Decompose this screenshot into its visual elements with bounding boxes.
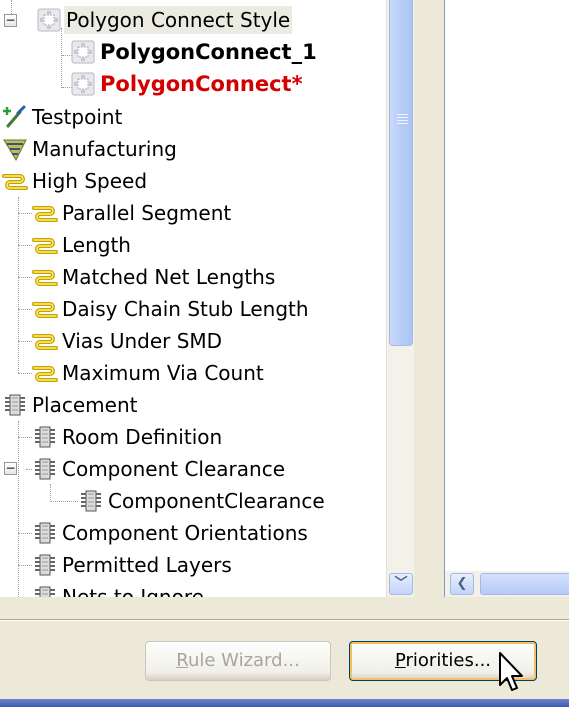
tree-item-length[interactable]: Length bbox=[32, 229, 133, 261]
mouse-cursor-icon bbox=[499, 652, 523, 691]
tree-item-daisy-chain-stub-length[interactable]: Daisy Chain Stub Length bbox=[32, 293, 311, 325]
high-speed-icon bbox=[32, 328, 58, 354]
tree-item-label: PolygonConnect* bbox=[100, 72, 303, 96]
placement-icon bbox=[32, 520, 58, 546]
vertical-scroll-thumb[interactable] bbox=[389, 0, 413, 346]
manufacturing-icon bbox=[2, 136, 28, 162]
tree-connector bbox=[18, 533, 32, 534]
mnemonic-letter: P bbox=[394, 650, 406, 671]
high-speed-icon bbox=[32, 296, 58, 322]
tree-connector bbox=[18, 437, 32, 438]
placement-icon bbox=[32, 456, 58, 482]
tree-item-label: Daisy Chain Stub Length bbox=[62, 297, 309, 321]
high-speed-icon bbox=[32, 360, 58, 386]
tree-item-manufacturing[interactable]: Manufacturing bbox=[2, 133, 179, 165]
tree-item-label: Nets to Ignore bbox=[62, 585, 204, 597]
tree-item-component-clearance[interactable]: Component Clearance bbox=[32, 453, 287, 485]
polygon-connect-icon bbox=[70, 39, 96, 65]
tree-item-label: Matched Net Lengths bbox=[62, 265, 276, 289]
status-stripe bbox=[0, 699, 569, 707]
scroll-left-button[interactable]: ❮ bbox=[450, 573, 474, 595]
tree-connector bbox=[18, 373, 32, 374]
tree-item-label: Manufacturing bbox=[32, 137, 177, 161]
polygon-connect-icon bbox=[36, 7, 62, 33]
tree-connector bbox=[18, 245, 32, 246]
tree-item-nets-to-ignore[interactable]: Nets to Ignore bbox=[32, 581, 206, 597]
collapse-component-clearance-toggle[interactable]: − bbox=[4, 462, 17, 475]
tree-item-label: Component Orientations bbox=[62, 521, 308, 545]
tree-item-label: Component Clearance bbox=[62, 457, 286, 481]
tree-item-label: Room Definition bbox=[62, 425, 223, 449]
tree-item-permitted-layers[interactable]: Permitted Layers bbox=[32, 549, 234, 581]
mnemonic-letter: R bbox=[176, 650, 188, 671]
high-speed-icon bbox=[32, 264, 58, 290]
tree-item-matched-net-lengths[interactable]: Matched Net Lengths bbox=[32, 261, 277, 293]
tree-connector bbox=[18, 277, 32, 278]
horizontal-scroll-thumb[interactable] bbox=[480, 573, 569, 595]
tree-item-room-definition[interactable]: Room Definition bbox=[32, 421, 224, 453]
rule-detail-pane bbox=[444, 0, 569, 598]
tree-item-componentclearance-rule[interactable]: ComponentClearance bbox=[78, 485, 327, 517]
tree-connector bbox=[18, 565, 32, 566]
tree-item-label: Placement bbox=[32, 393, 138, 417]
tree-connector bbox=[61, 28, 62, 88]
tree-item-label: Testpoint bbox=[32, 105, 123, 129]
tree-item-label: Parallel Segment bbox=[62, 201, 232, 225]
placement-icon bbox=[32, 552, 58, 578]
tree-item-polygonconnect-modified[interactable]: PolygonConnect* bbox=[70, 68, 305, 100]
tree-item-label: Permitted Layers bbox=[62, 553, 232, 577]
tree-item-label: Length bbox=[62, 233, 131, 257]
tree-connector bbox=[18, 421, 19, 597]
tree-item-polygonconnect-1[interactable]: PolygonConnect_1 bbox=[70, 36, 319, 68]
placement-icon bbox=[2, 392, 28, 418]
tree-item-label: ComponentClearance bbox=[108, 489, 325, 513]
tree-item-maximum-via-count[interactable]: Maximum Via Count bbox=[32, 357, 266, 389]
high-speed-icon bbox=[32, 232, 58, 258]
tree-item-polygon-connect-style[interactable]: Polygon Connect Style bbox=[36, 4, 293, 36]
placement-icon bbox=[32, 584, 58, 597]
button-label: ule Wizard... bbox=[187, 650, 300, 671]
placement-icon bbox=[32, 424, 58, 450]
chevron-left-icon: ❮ bbox=[456, 576, 468, 591]
tree-item-label: Polygon Connect Style bbox=[64, 6, 293, 34]
button-label: riorities... bbox=[405, 650, 492, 671]
scroll-grip-icon bbox=[397, 112, 408, 124]
tree-item-label: PolygonConnect_1 bbox=[100, 40, 317, 64]
tree-item-label: Maximum Via Count bbox=[62, 361, 264, 385]
chevron-down-icon: ﹀ bbox=[394, 576, 408, 591]
separator bbox=[0, 619, 569, 621]
tree-item-testpoint[interactable]: Testpoint bbox=[2, 101, 124, 133]
tree-item-label: High Speed bbox=[32, 169, 148, 193]
tree-connector bbox=[50, 484, 51, 502]
high-speed-icon bbox=[2, 168, 28, 194]
tree-item-placement[interactable]: Placement bbox=[2, 389, 139, 421]
tree-item-vias-under-smd[interactable]: Vias Under SMD bbox=[32, 325, 224, 357]
polygon-connect-icon bbox=[70, 71, 96, 97]
collapse-polygon-connect-toggle[interactable]: − bbox=[4, 14, 17, 27]
tree-connector bbox=[18, 309, 32, 310]
tree-item-parallel-segment[interactable]: Parallel Segment bbox=[32, 197, 233, 229]
rule-wizard-button[interactable]: Rule Wizard... bbox=[145, 641, 331, 681]
high-speed-icon bbox=[32, 200, 58, 226]
tree-connector bbox=[18, 341, 32, 342]
tree-item-component-orientations[interactable]: Component Orientations bbox=[32, 517, 310, 549]
scroll-down-button[interactable]: ﹀ bbox=[389, 573, 413, 595]
rule-tree-view[interactable]: − − Polygon Connect Style PolygonConnect… bbox=[0, 0, 386, 597]
tree-item-label: Vias Under SMD bbox=[62, 329, 223, 353]
tree-item-high-speed[interactable]: High Speed bbox=[2, 165, 149, 197]
placement-icon bbox=[78, 488, 104, 514]
tree-connector bbox=[18, 213, 32, 214]
pane-splitter[interactable] bbox=[414, 0, 444, 597]
testpoint-icon bbox=[2, 104, 28, 130]
tree-vertical-scrollbar[interactable] bbox=[386, 0, 414, 597]
tree-connector bbox=[18, 197, 19, 373]
tree-connector bbox=[50, 501, 78, 502]
